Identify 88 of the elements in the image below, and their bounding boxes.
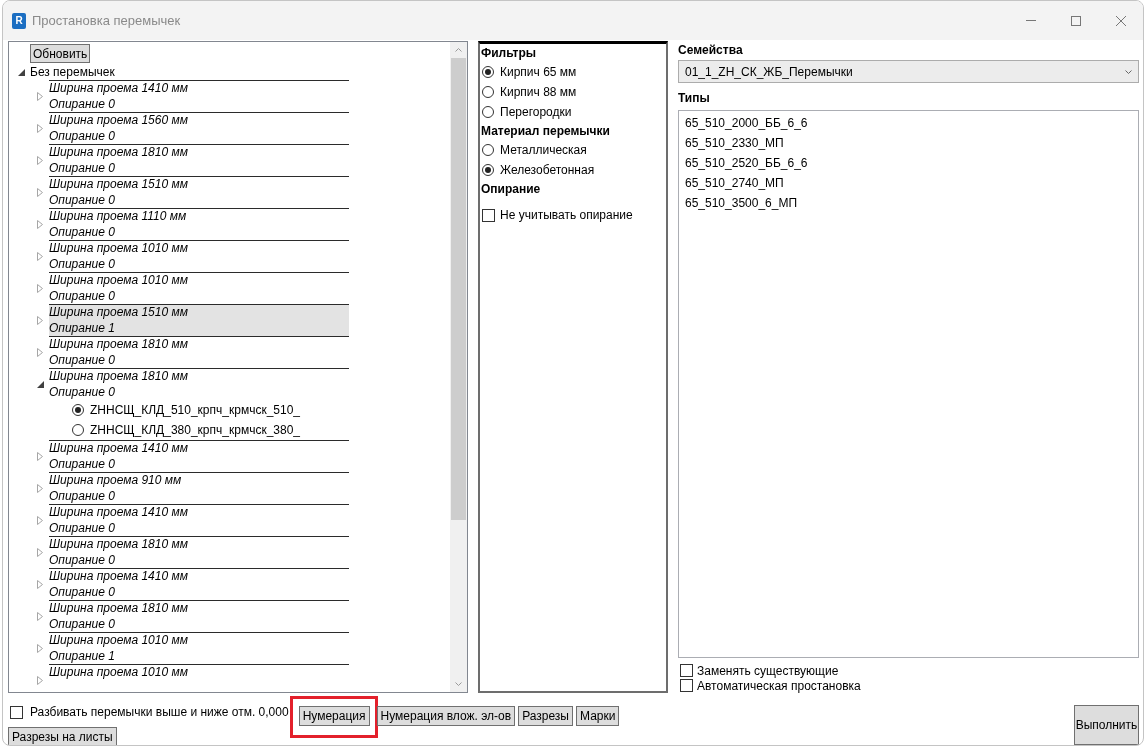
tree-item[interactable]: Ширина проема 1810 мм Опирание 0 (49, 337, 349, 368)
chevron-down-icon[interactable] (455, 682, 462, 686)
checkbox-icon[interactable] (482, 208, 495, 222)
caret-right-icon[interactable] (37, 611, 43, 621)
caret-right-icon[interactable] (37, 347, 43, 357)
radio-icon[interactable] (482, 164, 494, 176)
section-title: Материал перемычки (481, 123, 611, 140)
tree-item[interactable]: Ширина проема 910 мм Опирание 0 (49, 473, 349, 504)
caret-right-icon[interactable] (37, 675, 43, 685)
chevron-up-icon[interactable] (455, 48, 462, 52)
checkbox-icon[interactable] (680, 679, 693, 692)
action-button[interactable]: Нумерация влож. эл-ов (376, 706, 516, 726)
action-button[interactable]: Нумерация (298, 706, 370, 726)
radio-icon[interactable] (482, 144, 494, 156)
caret-right-icon[interactable] (37, 547, 43, 557)
caret-right-icon[interactable] (37, 643, 43, 653)
app-icon: R (12, 12, 26, 29)
radio-option[interactable]: Металлическая (481, 140, 666, 160)
action-button[interactable]: Марки (576, 706, 620, 726)
radio-option[interactable]: ZHНСЩ_КЛД_510_крпч_крмчск_510_ (49, 400, 349, 420)
minimize-icon[interactable] (1025, 20, 1036, 21)
checkbox-option[interactable]: Разбивать перемычки выше и ниже отм. 0,000 (10, 705, 289, 719)
maximize-icon[interactable] (1070, 15, 1081, 26)
radio-option[interactable]: ZHНСЩ_КЛД_380_крпч_крмчск_380_ (49, 420, 349, 440)
radio-icon[interactable] (482, 86, 494, 98)
tree-item[interactable]: Ширина проема 1010 мм (49, 665, 349, 681)
radio-option[interactable]: Перегородки (481, 102, 666, 122)
tree-item[interactable]: Ширина проема 1510 мм Опирание 0 (49, 177, 349, 208)
tree-item[interactable]: Ширина проема 1410 мм Опирание 0 (49, 505, 349, 536)
tree-item[interactable]: Ширина проема 1810 мм Опирание 0 (49, 601, 349, 632)
tree-item[interactable]: Ширина проема 1810 мм Опирание 0 (49, 369, 349, 400)
vertical-scrollbar[interactable] (450, 42, 467, 692)
tree-item[interactable]: Ширина проема 1810 мм Опирание 0 (49, 145, 349, 176)
caret-right-icon[interactable] (37, 451, 43, 461)
scrollbar-thumb[interactable] (451, 58, 466, 520)
checkbox-option[interactable]: Не учитывать опирание (481, 205, 666, 225)
checkbox-icon[interactable] (10, 705, 23, 719)
checkbox-icon[interactable] (680, 664, 693, 677)
tree-item[interactable]: Ширина проема 1010 мм Опирание 0 (49, 241, 349, 272)
chevron-down-icon[interactable] (1125, 69, 1132, 74)
tree-item[interactable]: Ширина проема 1410 мм Опирание 0 (49, 81, 349, 112)
section-title: Опирание (481, 181, 542, 198)
families-label: Семейства (678, 42, 744, 59)
caret-right-icon[interactable] (37, 483, 43, 493)
caret-right-icon[interactable] (37, 515, 43, 525)
action-button[interactable]: Разрезы (518, 706, 573, 726)
caret-right-icon[interactable] (37, 123, 43, 133)
tree-item[interactable]: Ширина проема 1110 мм Опирание 0 (49, 209, 349, 240)
tree-item[interactable]: Ширина проема 1810 мм Опирание 0 (49, 537, 349, 568)
action-button[interactable]: Разрезы на листы (8, 727, 117, 745)
list-item[interactable]: 65_510_2520_ББ_6_6 (679, 153, 1138, 173)
caret-right-icon[interactable] (37, 251, 43, 261)
radio-icon[interactable] (482, 106, 494, 118)
radio-option[interactable]: Кирпич 88 мм (481, 82, 666, 102)
caret-right-icon[interactable] (37, 187, 43, 197)
caret-right-icon[interactable] (37, 155, 43, 165)
tree-item[interactable]: Ширина проема 1410 мм Опирание 0 (49, 569, 349, 600)
radio-icon[interactable] (72, 404, 84, 416)
close-icon[interactable] (1115, 15, 1126, 26)
list-item[interactable]: 65_510_2330_МП (679, 133, 1138, 153)
caret-right-icon[interactable] (37, 283, 43, 293)
refresh-button[interactable]: Обновить (30, 44, 91, 63)
radio-icon[interactable] (482, 66, 494, 78)
tree-item[interactable]: Ширина проема 1410 мм Опирание 0 (49, 441, 349, 472)
checkbox-option[interactable]: Заменять существующие (680, 663, 1139, 678)
radio-option[interactable]: Железобетонная (481, 160, 666, 180)
types-label: Типы (678, 90, 711, 107)
tree-item[interactable]: Ширина проема 1010 мм Опирание 0 (49, 273, 349, 304)
list-item[interactable]: 65_510_2740_МП (679, 173, 1138, 193)
family-dropdown[interactable]: 01_1_ZH_СК_ЖБ_Перемычки (678, 60, 1139, 83)
tree-item[interactable]: Ширина проема 1560 мм Опирание 0 (49, 113, 349, 144)
tree-item[interactable]: Без перемычек (30, 64, 116, 80)
caret-right-icon[interactable] (37, 579, 43, 589)
list-item[interactable]: 65_510_3500_6_МП (679, 193, 1138, 213)
caret-right-icon[interactable] (37, 315, 43, 325)
radio-icon[interactable] (72, 424, 84, 436)
checkbox-option[interactable]: Автоматическая простановка (680, 678, 1139, 693)
caret-down-icon[interactable] (18, 68, 25, 76)
run-button[interactable]: Выполнить (1074, 705, 1139, 745)
caret-right-icon[interactable] (37, 91, 43, 101)
window-title: Простановка перемычек (32, 13, 181, 28)
tree-item[interactable]: Ширина проема 1010 мм Опирание 1 (49, 633, 349, 664)
list-item[interactable]: 65_510_2000_ББ_6_6 (679, 113, 1138, 133)
section-title: Фильтры (481, 45, 538, 62)
radio-option[interactable]: Кирпич 65 мм (481, 62, 666, 82)
caret-right-icon[interactable] (37, 219, 43, 229)
caret-down-icon[interactable] (37, 380, 44, 388)
tree-item[interactable]: Ширина проема 1510 мм Опирание 1 (49, 305, 349, 336)
